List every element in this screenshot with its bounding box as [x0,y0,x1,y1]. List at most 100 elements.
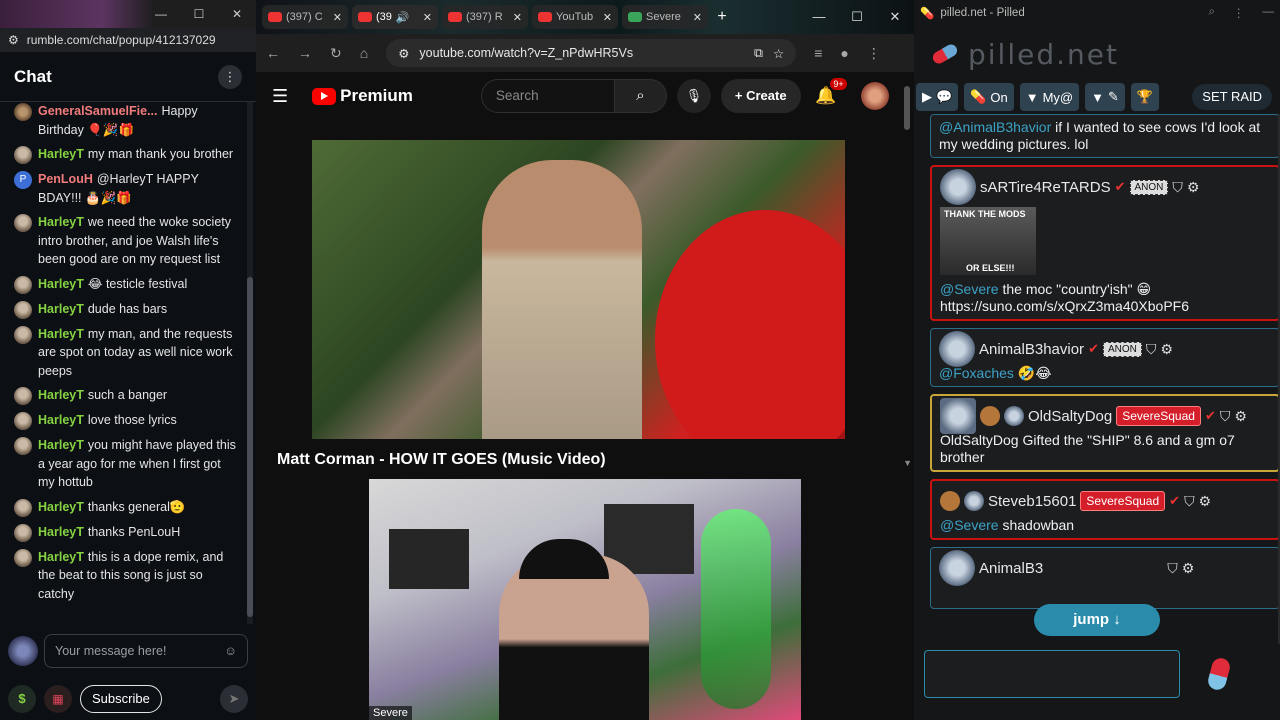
tab-close-icon[interactable]: ✕ [513,11,522,24]
microphone-icon[interactable]: 🎙 [676,79,711,113]
rant-dollar-icon[interactable]: $ [8,685,36,713]
maximize-icon[interactable]: ☐ [838,9,876,25]
create-button[interactable]: + Create [720,79,801,113]
avatar[interactable] [14,146,32,164]
minimize-icon[interactable]: — [800,9,838,25]
avatar[interactable] [939,550,975,586]
play-chat-button[interactable]: ▶ 💬 [916,83,959,111]
maximize-icon[interactable]: ☐ [180,7,218,21]
avatar[interactable] [14,275,32,294]
avatar[interactable] [14,214,32,232]
trophy-button[interactable]: 🏆 [1130,83,1160,111]
bookmark-star-icon[interactable]: ☆ [773,46,784,61]
avatar[interactable]: P [14,171,32,189]
tab-2[interactable]: (39 🔊 ✕ [352,5,438,29]
emoji-icon[interactable]: ☺ [224,644,237,658]
mention[interactable]: @Foxaches [939,365,1014,381]
pilled-message-input[interactable] [924,650,1180,698]
pill-send-icon[interactable] [1206,656,1232,692]
avatar[interactable] [14,523,32,542]
browser-menu-icon[interactable]: ⋮ [867,45,881,62]
avatar[interactable] [14,548,32,567]
avatar[interactable] [14,325,32,344]
youtube-logo[interactable]: Premium [312,86,413,106]
chat-username[interactable]: HarleyT [38,327,84,341]
tab-3[interactable]: (397) R ✕ [442,5,528,29]
search-input[interactable]: Search [480,79,615,113]
tab-close-icon[interactable]: ✕ [603,11,612,24]
close-icon[interactable]: ✕ [218,7,256,21]
mention[interactable]: @AnimalB3havior [939,119,1051,135]
search-icon[interactable]: ⌕ [614,79,667,113]
set-raid-button[interactable]: SET RAID [1192,84,1272,110]
chat-username[interactable]: HarleyT [38,147,84,161]
tab-close-icon[interactable]: ✕ [423,11,432,24]
avatar[interactable] [14,437,32,455]
zoom-icon[interactable]: ⌕ [1209,6,1215,20]
chat-username[interactable]: PenLouH [38,172,93,186]
tab-close-icon[interactable]: ✕ [333,11,342,24]
shield-gear-icons[interactable]: ⛉⚙ [1184,493,1215,510]
tab-1[interactable]: (397) C ✕ [262,5,348,29]
chat-username[interactable]: HarleyT [38,438,84,452]
username[interactable]: Steveb15601 [988,493,1076,510]
site-settings-icon[interactable]: ⚙ [8,33,19,47]
chat-username[interactable]: HarleyT [38,413,84,427]
open-in-app-icon[interactable]: ⧉ [754,46,763,61]
address-bar[interactable]: ⚙ youtube.com/watch?v=Z_nPdwHR5Vs ⧉ ☆ [386,39,797,67]
avatar[interactable] [964,491,984,511]
username[interactable]: sARTire4ReTARDS [980,179,1111,196]
send-icon[interactable]: ➤ [220,685,248,713]
mention[interactable]: @Severe [940,517,999,533]
jump-down-button[interactable]: jump ↓ [1034,604,1160,636]
username[interactable]: AnimalB3 [979,560,1043,577]
pill-toggle-button[interactable]: 💊 On [964,83,1014,111]
reload-icon[interactable]: ↻ [330,45,342,62]
username[interactable]: AnimalB3havior [979,341,1084,358]
avatar[interactable] [940,398,976,434]
mention[interactable]: @Severe [940,281,999,297]
extensions-icon[interactable]: ≡ [814,45,822,61]
chat-username[interactable]: HarleyT [38,215,84,229]
forward-icon[interactable]: → [298,45,312,61]
avatar[interactable] [14,103,32,121]
mentions-filter-button[interactable]: ▼ My@ [1019,83,1080,111]
video-player[interactable] [312,140,845,439]
avatar[interactable] [14,412,32,430]
new-tab-icon[interactable]: + [712,8,732,26]
filter-pencil-button[interactable]: ▼ ✎ [1085,83,1125,111]
chat-scrollbar[interactable] [247,102,253,624]
chat-username[interactable]: HarleyT [38,550,84,564]
close-icon[interactable]: ✕ [876,9,914,25]
rumble-urlbar[interactable]: ⚙ rumble.com/chat/popup/412137029 [0,28,256,52]
subscribe-button[interactable]: Subscribe [80,685,162,713]
scroll-down-icon[interactable]: ▼ [903,458,912,468]
chat-menu-icon[interactable]: ⋮ [218,64,242,89]
chat-username[interactable]: HarleyT [38,302,84,316]
notifications-bell-icon[interactable]: 🔔 9+ [811,78,847,106]
chat-username[interactable]: HarleyT [38,277,84,291]
username[interactable]: OldSaltyDog [1028,408,1112,425]
shield-gear-icons[interactable]: ⛉⚙ [1146,341,1177,358]
hamburger-menu-icon[interactable]: ☰ [272,86,288,107]
shield-gear-icons[interactable]: ⛉⚙ [1172,179,1203,196]
tab-close-icon[interactable]: ✕ [693,11,702,24]
avatar[interactable] [940,169,976,205]
chat-username[interactable]: HarleyT [38,525,84,539]
avatar[interactable] [14,300,32,319]
minimize-icon[interactable]: — [142,7,180,21]
chat-message-input[interactable]: Your message here! ☺ [44,634,248,668]
chat-username[interactable]: HarleyT [38,388,84,402]
menu-icon[interactable]: ⋮ [1233,6,1245,20]
minimize-icon[interactable]: — [1263,6,1275,20]
avatar[interactable] [14,387,32,405]
shield-gear-icons[interactable]: ⛉⚙ [1167,560,1198,577]
site-info-icon[interactable]: ⚙ [398,46,409,61]
avatar[interactable] [939,331,975,367]
page-scrollbar[interactable] [904,86,912,720]
avatar[interactable] [14,498,32,517]
tab-4[interactable]: YouTub ✕ [532,5,618,29]
chat-username[interactable]: HarleyT [38,500,84,514]
chat-username[interactable]: GeneralSamuelFie... [38,104,158,118]
profile-icon[interactable]: ● [840,45,848,61]
